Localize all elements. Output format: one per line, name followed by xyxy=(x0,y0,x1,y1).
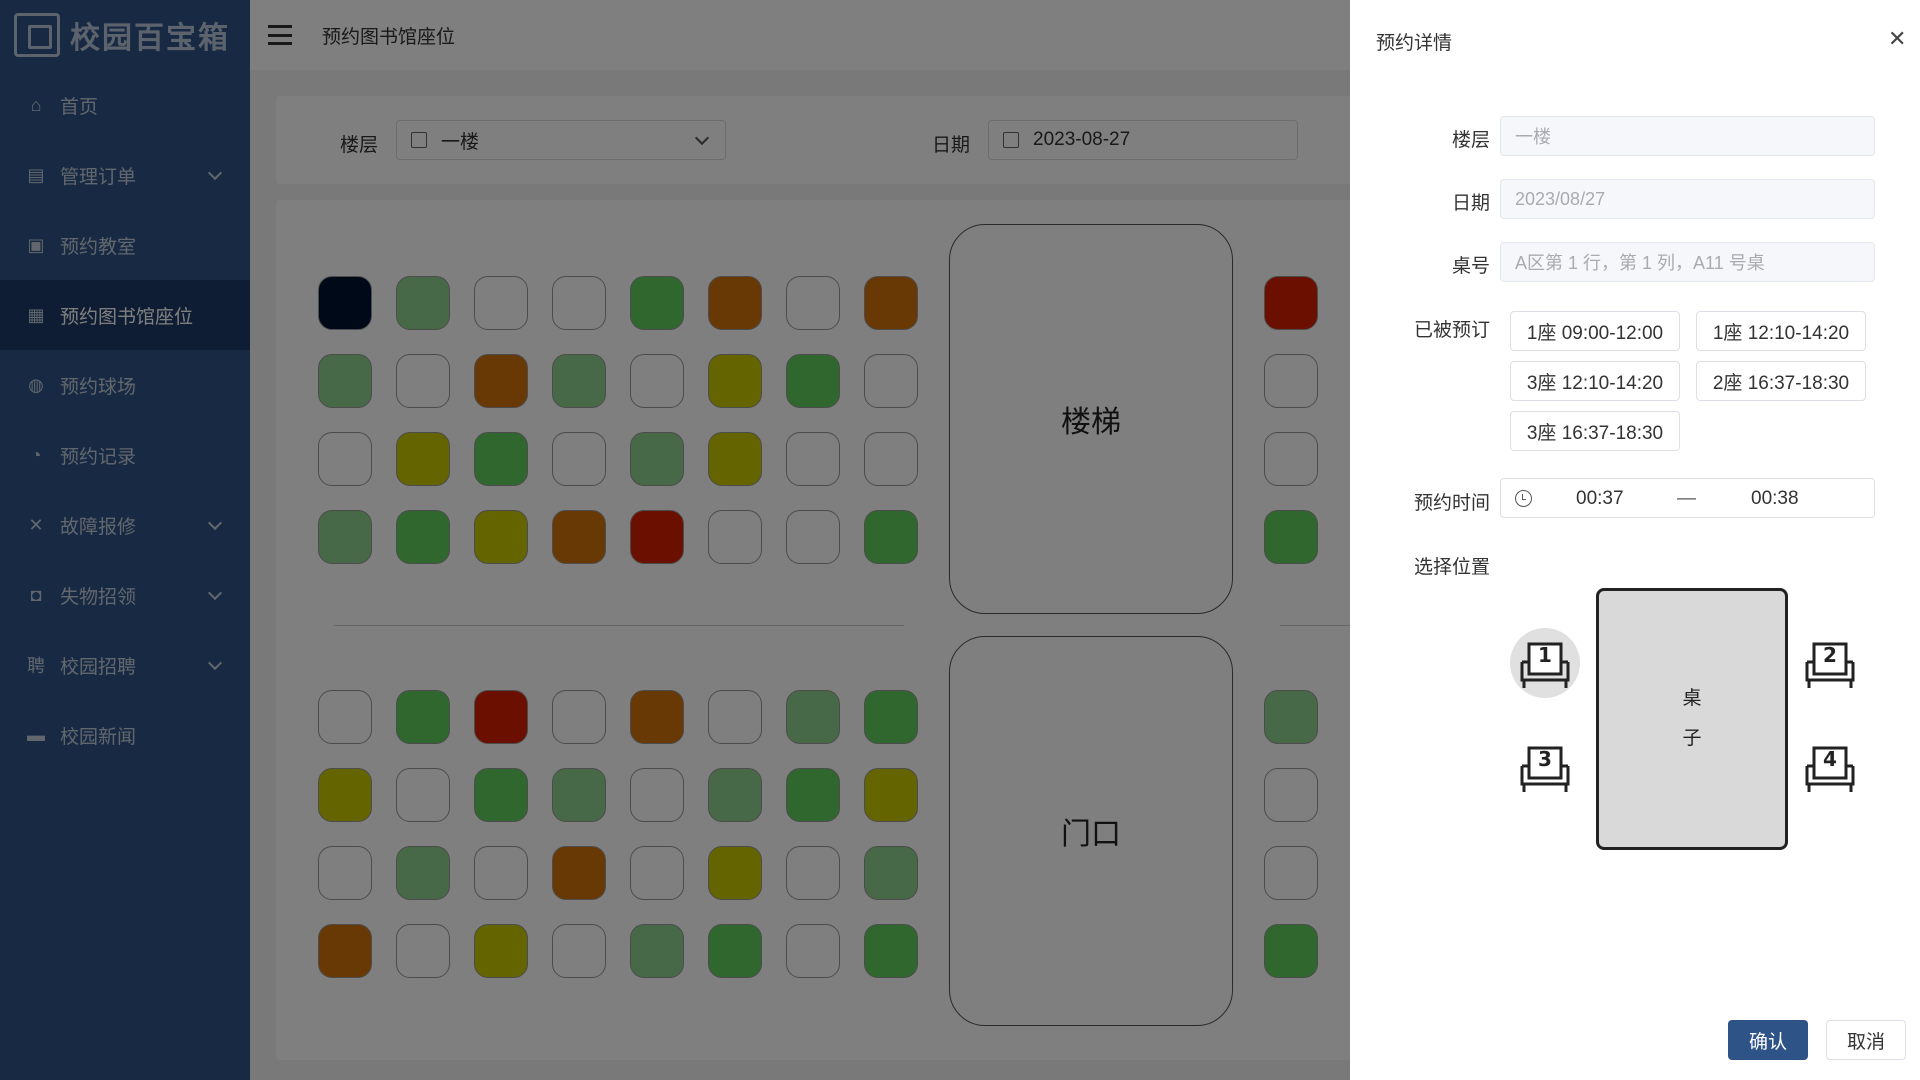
svg-text:1: 1 xyxy=(1538,643,1552,667)
drawer-floor-field: 一楼 xyxy=(1500,116,1875,156)
drawer-desk-value: A区第 1 行，第 1 列，A11 号桌 xyxy=(1515,253,1765,273)
drawer-date-value: 2023/08/27 xyxy=(1515,188,1606,209)
desk-diagram: 桌 子 xyxy=(1596,588,1788,850)
time-start[interactable]: 00:37 xyxy=(1576,488,1624,510)
drawer-desk-label: 桌号 xyxy=(1451,256,1490,277)
confirm-button[interactable]: 确认 xyxy=(1728,1020,1808,1060)
svg-text:3: 3 xyxy=(1538,747,1552,771)
close-icon[interactable]: ✕ xyxy=(1888,26,1906,52)
drawer-title: 预约详情 xyxy=(1376,33,1453,54)
desk-text: 桌 xyxy=(1682,688,1702,709)
booked-slot-tag: 1座 09:00-12:00 xyxy=(1510,311,1680,351)
booked-slot-tag: 2座 16:37-18:30 xyxy=(1696,361,1866,401)
booked-slot-tag: 3座 16:37-18:30 xyxy=(1510,411,1680,451)
chair-3-icon[interactable]: 3 xyxy=(1510,732,1580,802)
drawer-date-field: 2023/08/27 xyxy=(1500,179,1875,219)
drawer-floor-value: 一楼 xyxy=(1515,127,1551,147)
booking-time-label: 预约时间 xyxy=(1413,493,1490,514)
position-label: 选择位置 xyxy=(1413,557,1490,578)
time-end[interactable]: 00:38 xyxy=(1751,488,1799,510)
chair-1-icon[interactable]: 1 xyxy=(1510,628,1580,698)
clock-icon xyxy=(1515,490,1532,507)
booked-slot-tag: 3座 12:10-14:20 xyxy=(1510,361,1680,401)
time-range-picker[interactable]: 00:37 — 00:38 xyxy=(1500,478,1875,518)
cancel-button[interactable]: 取消 xyxy=(1826,1020,1906,1060)
drawer-desk-field: A区第 1 行，第 1 列，A11 号桌 xyxy=(1500,242,1875,282)
desk-text: 子 xyxy=(1682,728,1702,749)
booked-slot-tag: 1座 12:10-14:20 xyxy=(1696,311,1866,351)
booking-detail-drawer: 预约详情 ✕ 楼层 一楼 日期 2023/08/27 桌号 A区第 1 行，第 … xyxy=(1350,0,1920,1080)
chair-4-icon[interactable]: 4 xyxy=(1795,732,1865,802)
svg-text:4: 4 xyxy=(1823,747,1837,771)
chair-2-icon[interactable]: 2 xyxy=(1795,628,1865,698)
drawer-floor-label: 楼层 xyxy=(1451,130,1490,151)
booked-label: 已被预订 xyxy=(1413,320,1490,341)
time-separator: — xyxy=(1677,488,1696,509)
drawer-date-label: 日期 xyxy=(1451,193,1490,214)
svg-text:2: 2 xyxy=(1823,643,1837,667)
